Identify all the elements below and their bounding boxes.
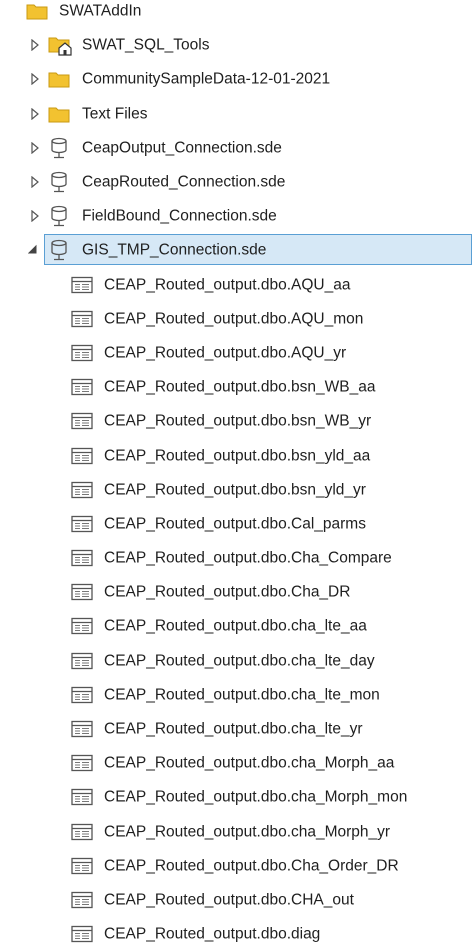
table-icon [71, 276, 93, 294]
table-icon [71, 925, 93, 943]
table-icon [71, 310, 93, 328]
tree-item-community-sample-data[interactable]: CommunitySampleData-12-01-2021 [0, 62, 474, 96]
tree-item-ceapoutput-connection[interactable]: CeapOutput_Connection.sde [0, 131, 474, 165]
table-row[interactable]: CEAP_Routed_output.dbo.bsn_WB_aa [0, 370, 474, 404]
tree-item-gis-tmp-connection[interactable]: GIS_TMP_Connection.sde [0, 233, 474, 267]
database-connection-icon [50, 239, 70, 261]
table-row[interactable]: CEAP_Routed_output.dbo.CHA_out [0, 883, 474, 917]
expand-arrow-icon[interactable] [30, 39, 40, 51]
tree-item-ceaprouted-connection[interactable]: CeapRouted_Connection.sde [0, 165, 474, 199]
database-connection-icon [50, 137, 70, 159]
table-icon [71, 823, 93, 841]
table-row[interactable]: CEAP_Routed_output.dbo.cha_lte_aa [0, 609, 474, 643]
tree-item-swataddin[interactable]: SWATAddIn [0, 0, 474, 28]
table-row-label: CEAP_Routed_output.dbo.Cha_Compare [104, 550, 392, 566]
table-row[interactable]: CEAP_Routed_output.dbo.Cha_Compare [0, 541, 474, 575]
catalog-tree: SWATAddIn SWAT_SQL_Tools CommunitySample… [0, 0, 474, 951]
table-row-label: CEAP_Routed_output.dbo.AQU_mon [104, 311, 363, 327]
table-row[interactable]: CEAP_Routed_output.dbo.cha_lte_day [0, 644, 474, 678]
table-row-label: CEAP_Routed_output.dbo.cha_Morph_yr [104, 824, 390, 840]
table-icon [71, 720, 93, 738]
tree-item-text-files[interactable]: Text Files [0, 97, 474, 131]
tree-item-label: SWATAddIn [59, 3, 141, 19]
table-icon [71, 754, 93, 772]
table-icon [71, 515, 93, 533]
table-row-label: CEAP_Routed_output.dbo.cha_Morph_mon [104, 790, 407, 806]
table-row-label: CEAP_Routed_output.dbo.bsn_WB_yr [104, 414, 371, 430]
folder-icon [48, 70, 70, 88]
table-row-label: CEAP_Routed_output.dbo.cha_lte_mon [104, 687, 380, 703]
tree-item-label: SWAT_SQL_Tools [82, 38, 210, 54]
table-icon [71, 378, 93, 396]
table-row[interactable]: CEAP_Routed_output.dbo.cha_Morph_yr [0, 815, 474, 849]
table-row[interactable]: CEAP_Routed_output.dbo.Cha_DR [0, 575, 474, 609]
tree-item-fieldbound-connection[interactable]: FieldBound_Connection.sde [0, 199, 474, 233]
table-row[interactable]: CEAP_Routed_output.dbo.diag [0, 917, 474, 951]
table-row[interactable]: CEAP_Routed_output.dbo.AQU_aa [0, 268, 474, 302]
table-row-label: CEAP_Routed_output.dbo.cha_lte_yr [104, 721, 363, 737]
table-row-label: CEAP_Routed_output.dbo.bsn_WB_aa [104, 379, 375, 395]
table-icon [71, 686, 93, 704]
table-row-label: CEAP_Routed_output.dbo.Cha_Order_DR [104, 858, 399, 874]
tree-item-label: Text Files [82, 106, 147, 122]
table-row[interactable]: CEAP_Routed_output.dbo.bsn_yld_yr [0, 473, 474, 507]
tree-item-label: CeapRouted_Connection.sde [82, 174, 285, 190]
table-row-label: CEAP_Routed_output.dbo.AQU_aa [104, 277, 350, 293]
tree-item-label: FieldBound_Connection.sde [82, 208, 277, 224]
table-icon [71, 549, 93, 567]
table-list: CEAP_Routed_output.dbo.AQU_aa CEAP_Routed… [0, 268, 474, 951]
table-row-label: CEAP_Routed_output.dbo.CHA_out [104, 892, 354, 908]
table-row-label: CEAP_Routed_output.dbo.cha_lte_day [104, 653, 375, 669]
home-folder-icon [48, 34, 74, 56]
expand-arrow-icon[interactable] [30, 142, 40, 154]
table-icon [71, 788, 93, 806]
table-icon [71, 481, 93, 499]
expand-arrow-icon[interactable] [30, 108, 40, 120]
tree-item-label: GIS_TMP_Connection.sde [82, 243, 266, 259]
table-icon [71, 891, 93, 909]
table-row[interactable]: CEAP_Routed_output.dbo.cha_Morph_mon [0, 780, 474, 814]
expand-arrow-icon[interactable] [30, 210, 40, 222]
collapse-arrow-icon[interactable] [28, 244, 38, 256]
table-row-label: CEAP_Routed_output.dbo.bsn_yld_aa [104, 448, 370, 464]
table-row[interactable]: CEAP_Routed_output.dbo.cha_Morph_aa [0, 746, 474, 780]
tree-item-swat-sql-tools[interactable]: SWAT_SQL_Tools [0, 28, 474, 62]
table-row[interactable]: CEAP_Routed_output.dbo.bsn_WB_yr [0, 404, 474, 438]
table-row[interactable]: CEAP_Routed_output.dbo.bsn_yld_aa [0, 438, 474, 472]
tree-item-label: CommunitySampleData-12-01-2021 [82, 72, 330, 88]
tree-item-label: CeapOutput_Connection.sde [82, 140, 282, 156]
folder-icon [48, 105, 70, 123]
table-icon [71, 652, 93, 670]
table-icon [71, 344, 93, 362]
table-row-label: CEAP_Routed_output.dbo.diag [104, 926, 320, 942]
table-row[interactable]: CEAP_Routed_output.dbo.Cha_Order_DR [0, 849, 474, 883]
table-row[interactable]: CEAP_Routed_output.dbo.AQU_mon [0, 302, 474, 336]
table-row[interactable]: CEAP_Routed_output.dbo.cha_lte_yr [0, 712, 474, 746]
database-connection-icon [50, 205, 70, 227]
table-row[interactable]: CEAP_Routed_output.dbo.AQU_yr [0, 336, 474, 370]
database-connection-icon [50, 171, 70, 193]
expand-arrow-icon[interactable] [30, 176, 40, 188]
table-row-label: CEAP_Routed_output.dbo.cha_lte_aa [104, 619, 367, 635]
table-row-label: CEAP_Routed_output.dbo.AQU_yr [104, 345, 346, 361]
table-icon [71, 617, 93, 635]
table-row-label: CEAP_Routed_output.dbo.cha_Morph_aa [104, 755, 394, 771]
table-row[interactable]: CEAP_Routed_output.dbo.Cal_parms [0, 507, 474, 541]
table-row[interactable]: CEAP_Routed_output.dbo.cha_lte_mon [0, 678, 474, 712]
folder-icon [26, 2, 48, 20]
expand-arrow-icon[interactable] [30, 73, 40, 85]
table-row-label: CEAP_Routed_output.dbo.Cal_parms [104, 516, 366, 532]
table-icon [71, 412, 93, 430]
table-row-label: CEAP_Routed_output.dbo.bsn_yld_yr [104, 482, 366, 498]
table-icon [71, 583, 93, 601]
table-icon [71, 857, 93, 875]
table-icon [71, 447, 93, 465]
table-row-label: CEAP_Routed_output.dbo.Cha_DR [104, 585, 350, 601]
